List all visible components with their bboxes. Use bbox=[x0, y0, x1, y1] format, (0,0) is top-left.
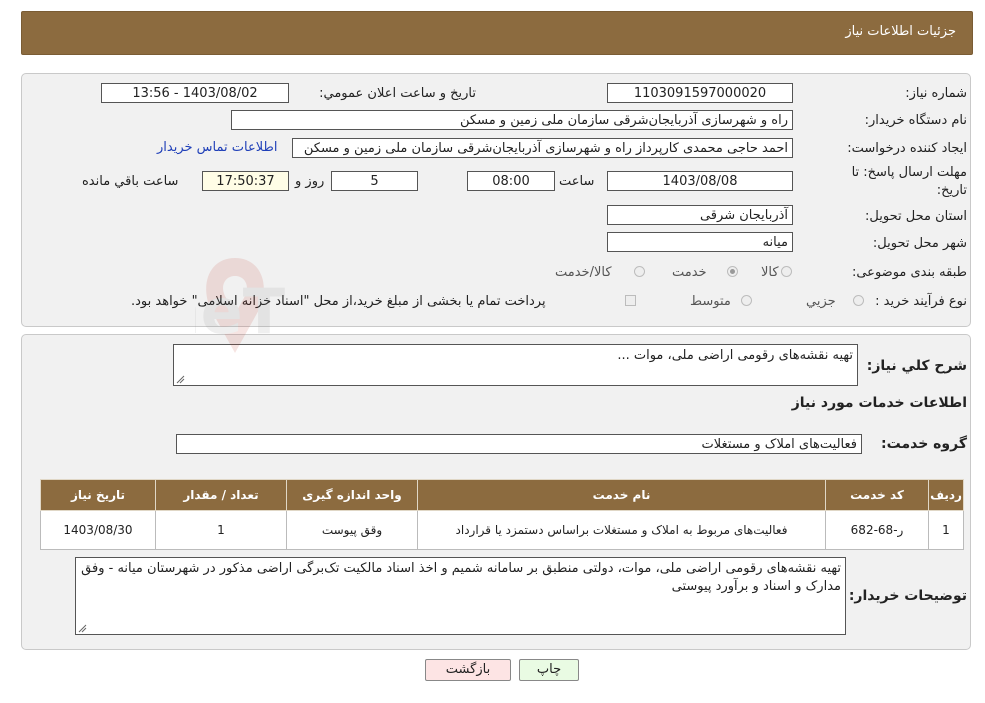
deadline-time-field: 08:00 bbox=[467, 171, 555, 191]
cell-row-number: 1 bbox=[928, 510, 964, 550]
col-row-number: رديف bbox=[928, 479, 964, 511]
city-label: شهر محل تحويل: bbox=[872, 236, 967, 251]
resize-grip-icon[interactable] bbox=[78, 624, 87, 633]
buyer-notes-textarea[interactable]: تهیه نقشه‌های رقومی اراضی ملی، موات، دول… bbox=[75, 557, 846, 635]
category-service-label: خدمت bbox=[672, 265, 707, 280]
category-service-radio[interactable] bbox=[727, 266, 738, 277]
deadline-time-label: ساعت bbox=[559, 174, 595, 189]
remaining-label: ساعت باقي مانده bbox=[82, 174, 179, 189]
announce-datetime-field: 1403/08/02 - 13:56 bbox=[101, 83, 289, 103]
deadline-label-line2: تاریخ: bbox=[936, 183, 967, 198]
days-label: روز و bbox=[295, 174, 325, 189]
summary-label: شرح کلي نياز: bbox=[866, 358, 967, 374]
cell-need-date: 1403/08/30 bbox=[40, 510, 156, 550]
process-minor-label: جزيي bbox=[806, 294, 836, 309]
cell-quantity: 1 bbox=[155, 510, 287, 550]
resize-grip-icon[interactable] bbox=[176, 375, 185, 384]
col-need-date: تاريخ نياز bbox=[40, 479, 156, 511]
city-field: میانه bbox=[607, 232, 793, 252]
services-table: رديف کد خدمت نام خدمت واحد اندازه گيری ت… bbox=[40, 479, 964, 550]
need-number-label: شماره نیاز: bbox=[905, 86, 967, 101]
buyer-notes-label: توضيحات خريدار: bbox=[848, 588, 967, 604]
service-group-label: گروه خدمت: bbox=[881, 436, 967, 452]
remaining-time-field: 17:50:37 bbox=[202, 171, 289, 191]
process-label: نوع فرآيند خريد : bbox=[875, 294, 967, 309]
treasury-payment-checkbox[interactable] bbox=[625, 295, 636, 306]
process-medium-radio[interactable] bbox=[741, 295, 752, 306]
days-field: 5 bbox=[331, 171, 418, 191]
province-field: آذربایجان شرقی bbox=[607, 205, 793, 225]
services-section-title: اطلاعات خدمات مورد نياز bbox=[791, 395, 967, 411]
cell-service-code: ر-68-682 bbox=[825, 510, 929, 550]
province-label: استان محل تحويل: bbox=[865, 209, 967, 224]
category-goods-radio[interactable] bbox=[781, 266, 792, 277]
summary-text: تهیه نقشه‌های رقومی اراضی ملی، موات ... bbox=[617, 348, 853, 363]
cell-service-name: فعالیت‌های مربوط به املاک و مستغلات براس… bbox=[417, 510, 826, 550]
category-goods-service-radio[interactable] bbox=[634, 266, 645, 277]
deadline-date-field: 1403/08/08 bbox=[607, 171, 793, 191]
creator-field: احمد حاجی محمدی کارپرداز راه و شهرسازی آ… bbox=[292, 138, 793, 158]
process-medium-label: متوسط bbox=[690, 294, 731, 309]
category-label: طبقه بندی موضوعی: bbox=[851, 265, 967, 280]
buyer-contact-link[interactable]: اطلاعات تماس خريدار bbox=[157, 140, 277, 155]
buyer-org-label: نام دستگاه خريدار: bbox=[864, 113, 967, 128]
deadline-label-line1: مهلت ارسال پاسخ: تا bbox=[851, 165, 967, 180]
back-button[interactable]: بازگشت bbox=[425, 659, 511, 681]
print-button[interactable]: چاپ bbox=[519, 659, 579, 681]
category-goods-service-label: کالا/خدمت bbox=[555, 265, 612, 280]
buyer-org-field: راه و شهرسازی آذربایجان‌شرقی سازمان ملی … bbox=[231, 110, 793, 130]
need-number-field: 1103091597000020 bbox=[607, 83, 793, 103]
col-quantity: تعداد / مقدار bbox=[155, 479, 287, 511]
col-service-name: نام خدمت bbox=[417, 479, 826, 511]
col-service-code: کد خدمت bbox=[825, 479, 929, 511]
summary-textarea[interactable]: تهیه نقشه‌های رقومی اراضی ملی، موات ... bbox=[173, 344, 858, 386]
cell-unit: وقق پیوست bbox=[286, 510, 418, 550]
treasury-payment-note: پرداخت تمام يا بخشی از مبلغ خريد،از محل … bbox=[131, 294, 546, 309]
table-header-row: رديف کد خدمت نام خدمت واحد اندازه گيری ت… bbox=[40, 479, 964, 511]
table-row: 1 ر-68-682 فعالیت‌های مربوط به املاک و م… bbox=[40, 510, 964, 550]
process-minor-radio[interactable] bbox=[853, 295, 864, 306]
page-header: جزئیات اطلاعات نیاز bbox=[21, 11, 973, 55]
creator-label: ايجاد کننده درخواست: bbox=[847, 141, 967, 156]
page-title: جزئیات اطلاعات نیاز bbox=[845, 24, 956, 39]
col-unit: واحد اندازه گيری bbox=[286, 479, 418, 511]
category-goods-label: کالا bbox=[761, 265, 779, 280]
buyer-notes-text: تهیه نقشه‌های رقومی اراضی ملی، موات، دول… bbox=[81, 561, 841, 594]
announce-label: تاریخ و ساعت اعلان عمومي: bbox=[319, 86, 476, 101]
service-group-field: فعالیت‌های املاک و مستغلات bbox=[176, 434, 862, 454]
